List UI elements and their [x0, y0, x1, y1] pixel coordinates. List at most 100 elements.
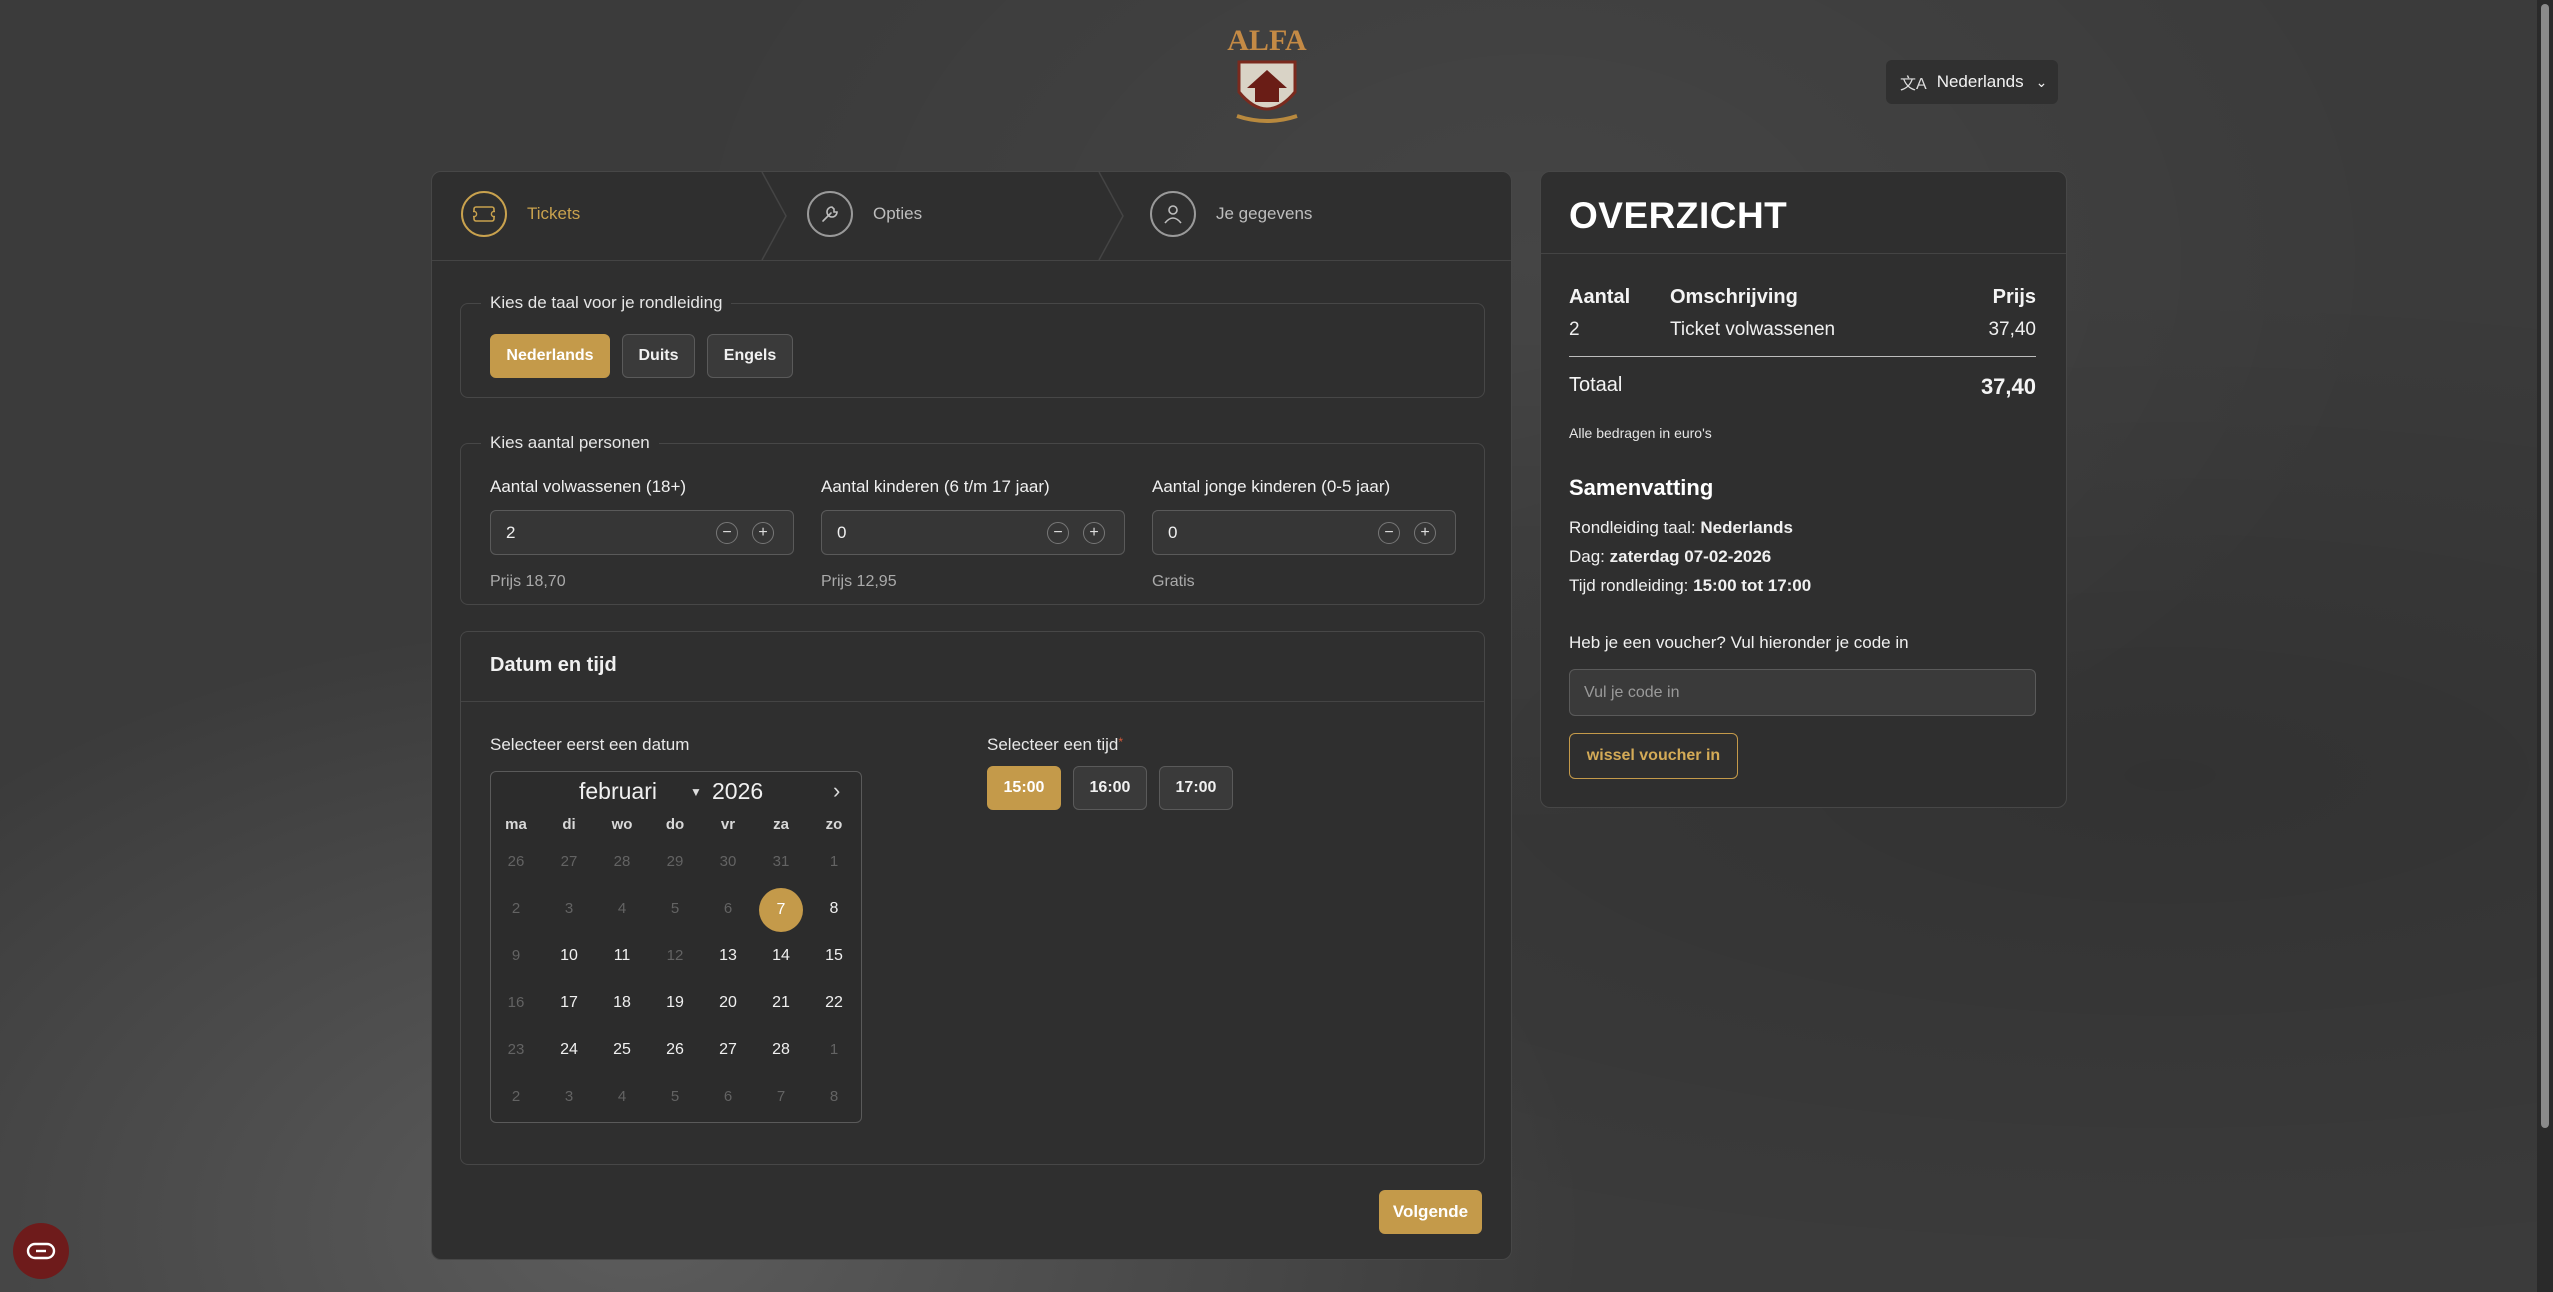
summary-language: Rondleiding taal: Nederlands [1569, 518, 1793, 538]
divider [461, 701, 1484, 702]
calendar-day[interactable]: 24 [543, 1029, 595, 1071]
children-label: Aantal kinderen (6 t/m 17 jaar) [821, 477, 1050, 496]
year-select[interactable]: 2026 [712, 778, 763, 805]
calendar-day[interactable]: 21 [755, 982, 807, 1024]
minus-button[interactable]: − [1047, 522, 1069, 544]
summary-title: Samenvatting [1569, 475, 1714, 500]
site-logo[interactable]: ALFA [1217, 24, 1317, 130]
calendar-day[interactable]: 14 [755, 935, 807, 977]
language-switcher[interactable]: 文A Nederlands ⌄ [1886, 60, 2058, 104]
weekday-header: zo [825, 816, 843, 833]
persons-legend: Kies aantal personen [481, 433, 659, 453]
row-qty: 2 [1569, 319, 1580, 340]
calendar-day[interactable]: 17 [543, 982, 595, 1024]
time-slot-1700[interactable]: 17:00 [1159, 766, 1233, 810]
language-option-duits[interactable]: Duits [622, 334, 695, 378]
calendar-day: 1 [829, 853, 839, 870]
calendar-day: 12 [666, 947, 684, 964]
col-qty-header: Aantal [1569, 286, 1631, 308]
chevron-down-icon[interactable]: ▼ [690, 785, 702, 799]
page-scrollbar[interactable] [2537, 0, 2553, 1292]
calendar-day: 2 [511, 900, 521, 917]
language-option-engels[interactable]: Engels [707, 334, 793, 378]
persons-section: Kies aantal personen Aantal volwassenen … [460, 433, 1485, 605]
weekday-header: za [773, 816, 789, 833]
step-opties[interactable]: Opties [807, 191, 922, 237]
summary-label: Tijd rondleiding: [1569, 576, 1694, 595]
calendar-day-label: 7 [759, 888, 803, 932]
overview-title: OVERZICHT [1569, 195, 1788, 236]
calendar-day[interactable]: 28 [755, 1029, 807, 1071]
young-children-price: Gratis [1152, 573, 1195, 590]
logo-text: ALFA [1227, 26, 1307, 57]
weekday-header: do [665, 816, 685, 833]
plus-button[interactable]: + [1083, 522, 1105, 544]
date-label: Selecteer eerst een datum [490, 735, 690, 754]
calendar-day[interactable]: 27 [702, 1029, 754, 1071]
calendar-day[interactable]: 25 [596, 1029, 648, 1071]
calendar-day: 29 [666, 853, 684, 870]
calendar-day: 30 [719, 853, 737, 870]
next-month-icon[interactable]: › [833, 778, 840, 804]
summary-value: zaterdag 07-02-2026 [1609, 547, 1772, 566]
col-price-header: Prijs [1992, 286, 2036, 308]
summary-value: 15:00 tot 17:00 [1693, 576, 1812, 595]
datetime-section: Datum en tijd Selecteer eerst een datum … [460, 631, 1485, 1165]
time-slot-1600[interactable]: 16:00 [1073, 766, 1147, 810]
step-tickets[interactable]: Tickets [461, 191, 580, 237]
chat-button[interactable] [13, 1223, 69, 1279]
voucher-input[interactable] [1569, 669, 2036, 716]
calendar-day: 5 [670, 900, 680, 917]
calendar-day[interactable]: 8 [808, 888, 860, 930]
minus-button[interactable]: − [1378, 522, 1400, 544]
calendar-day[interactable]: 15 [808, 935, 860, 977]
language-option-nederlands[interactable]: Nederlands [490, 334, 610, 378]
step-je-gegevens[interactable]: Je gegevens [1150, 191, 1312, 237]
chevron-down-icon: ⌄ [2035, 73, 2048, 90]
calendar-day: 23 [507, 1041, 525, 1058]
time-label-text: Selecteer een tijd [987, 735, 1119, 754]
children-stepper[interactable]: 0 − + [821, 510, 1125, 555]
calendar-day: 6 [723, 1088, 733, 1105]
calendar-day: 16 [507, 994, 525, 1011]
adults-value: 2 [506, 523, 516, 542]
calendar-day[interactable]: 11 [596, 935, 648, 977]
total-label: Totaal [1569, 374, 1623, 396]
month-select[interactable]: februari [579, 778, 657, 805]
calendar-day: 31 [772, 853, 790, 870]
chat-icon [26, 1242, 56, 1260]
calendar-day: 4 [617, 900, 627, 917]
calendar-day[interactable]: 22 [808, 982, 860, 1024]
total-value: 37,40 [1980, 374, 2036, 399]
calendar-day: 4 [617, 1088, 627, 1105]
adults-price: Prijs 18,70 [490, 573, 566, 590]
minus-button[interactable]: − [716, 522, 738, 544]
calendar-day[interactable]: 13 [702, 935, 754, 977]
calendar-day: 3 [564, 900, 574, 917]
ticket-icon [461, 191, 507, 237]
language-switcher-label: Nederlands [1936, 72, 2024, 91]
plus-button[interactable]: + [752, 522, 774, 544]
calendar-day[interactable]: 19 [649, 982, 701, 1024]
calendar-day: 3 [564, 1088, 574, 1105]
date-picker: februari ▼ 2026 › ma di wo do vr za zo 26 27 28 29… [490, 771, 862, 1123]
col-desc-header: Omschrijving [1670, 286, 1798, 308]
redeem-voucher-button[interactable]: wissel voucher in [1569, 733, 1738, 779]
calendar-day[interactable]: 26 [649, 1029, 701, 1071]
time-label: Selecteer een tijd* [987, 735, 1123, 755]
calendar-day[interactable]: 18 [596, 982, 648, 1024]
calendar-day[interactable]: 10 [543, 935, 595, 977]
adults-stepper[interactable]: 2 − + [490, 510, 794, 555]
scrollbar-thumb[interactable] [2541, 4, 2549, 1128]
step-separator [1098, 172, 1124, 260]
summary-label: Rondleiding taal: [1569, 518, 1701, 537]
calendar-day[interactable]: 20 [702, 982, 754, 1024]
young-children-stepper[interactable]: 0 − + [1152, 510, 1456, 555]
time-slot-1500[interactable]: 15:00 [987, 766, 1061, 810]
calendar-day-selected[interactable]: 7 [755, 888, 807, 932]
row-desc: Ticket volwassenen [1670, 319, 1836, 340]
young-children-label: Aantal jonge kinderen (0-5 jaar) [1152, 477, 1391, 496]
row-price: 37,40 [1988, 319, 2036, 340]
plus-button[interactable]: + [1414, 522, 1436, 544]
next-button[interactable]: Volgende [1379, 1190, 1482, 1234]
